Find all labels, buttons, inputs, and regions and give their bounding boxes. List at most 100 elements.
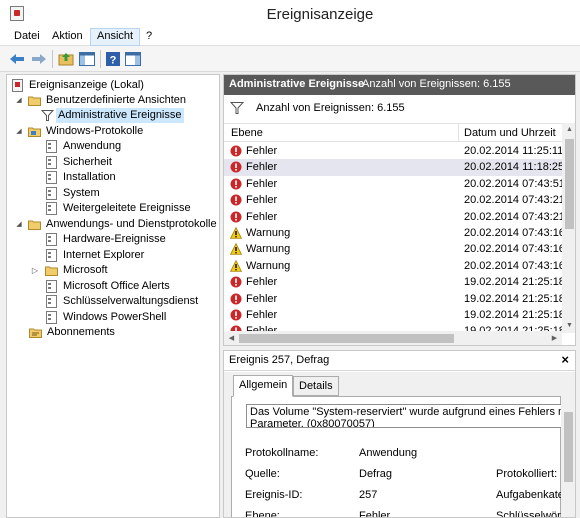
event-row[interactable]: Fehler 20.02.2014 07:43:21 (224, 192, 562, 208)
column-divider[interactable] (458, 124, 459, 142)
event-level: Fehler (246, 194, 278, 207)
collapse-arrow-icon[interactable]: ◢ (15, 217, 23, 232)
vertical-scrollbar[interactable]: ▲ ▼ (562, 123, 575, 333)
filter-bar: Anzahl von Ereignissen: 6.155 (224, 95, 575, 121)
horizontal-scrollbar[interactable]: ◀ ▶ (224, 331, 562, 345)
event-level: Fehler (246, 323, 277, 331)
column-header-datetime[interactable]: Datum und Uhrzeit (464, 127, 556, 139)
event-level: Warnung (246, 259, 291, 272)
menu-datei[interactable]: Datei (8, 28, 46, 46)
log-icon (45, 156, 58, 169)
tree-item-label: Benutzerdefinierte Ansichten (46, 94, 187, 106)
menu-bar: Datei Aktion Ansicht ? (0, 28, 580, 46)
event-datetime: 20.02.2014 07:43:16 (464, 243, 562, 256)
error-icon (230, 161, 242, 173)
scroll-down-icon[interactable]: ▼ (562, 319, 575, 333)
back-icon[interactable] (8, 50, 26, 68)
list-header-count: Anzahl von Ereignissen: 6.155 (362, 78, 511, 90)
event-datetime: 20.02.2014 07:43:21 (464, 210, 562, 223)
svg-text:?: ? (110, 55, 117, 67)
tab-general[interactable]: Allgemein (233, 375, 294, 397)
general-tab-panel: Das Volume "System-reserviert" wurde auf… (231, 396, 575, 518)
navigation-tree: Ereignisanzeige (Lokal) ◢ Benutzerdefini… (6, 74, 220, 518)
close-icon[interactable]: × (561, 352, 569, 367)
scrollbar-thumb[interactable] (239, 334, 454, 343)
tree-item-label: Abonnements (47, 326, 115, 338)
event-id-value: 257 (359, 489, 378, 501)
event-row[interactable]: Fehler 20.02.2014 11:25:11 (224, 143, 562, 159)
log-icon (45, 140, 58, 153)
event-datetime: 20.02.2014 07:43:16 (464, 259, 562, 272)
tree-item-label: Microsoft (63, 264, 108, 276)
event-row[interactable]: Warnung 20.02.2014 07:43:16 (224, 241, 562, 257)
filter-icon (41, 109, 54, 122)
log-icon (45, 233, 58, 246)
error-icon (230, 293, 242, 305)
help-icon[interactable]: ? (104, 50, 122, 68)
menu-help[interactable]: ? (140, 28, 158, 46)
event-datetime: 19.02.2014 21:25:18 (464, 292, 562, 305)
expand-arrow-icon[interactable]: ▷ (31, 263, 39, 278)
event-row[interactable]: Fehler 19.02.2014 21:25:18 (224, 291, 562, 307)
event-detail-pane: Ereignis 257, Defrag × Allgemein Details… (223, 350, 576, 518)
log-icon (45, 187, 58, 200)
event-datetime: 19.02.2014 21:25:18 (464, 276, 562, 289)
warning-icon (230, 226, 242, 239)
error-icon (230, 309, 242, 321)
filter-icon (229, 101, 245, 115)
event-row[interactable]: Fehler 20.02.2014 07:43:21 (224, 209, 562, 225)
list-header-title: Administrative Ereignisse (229, 78, 365, 90)
error-icon (230, 145, 242, 157)
event-level: Fehler (246, 161, 278, 174)
folder-icon (28, 94, 41, 107)
log-icon (45, 202, 58, 215)
event-rows: Fehler 20.02.2014 11:25:11 Fehler 20.02.201… (224, 143, 562, 331)
event-id-label: Ereignis-ID: (245, 489, 303, 501)
scroll-left-icon[interactable]: ◀ (224, 331, 239, 345)
error-icon (230, 276, 242, 288)
event-row[interactable]: Warnung 20.02.2014 07:43:16 (224, 225, 562, 241)
warning-icon (230, 259, 242, 272)
event-viewer-window: Ereignisanzeige Datei Aktion Ansicht ? ? (0, 0, 580, 518)
forward-icon[interactable] (30, 50, 48, 68)
menu-ansicht[interactable]: Ansicht (90, 28, 141, 46)
event-datetime: 20.02.2014 07:43:51 (464, 177, 562, 190)
tree-item-label: Administrative Ereignisse (56, 108, 184, 123)
event-level: Warnung (246, 227, 291, 239)
collapse-arrow-icon[interactable]: ◢ (15, 124, 23, 139)
column-header-level[interactable]: Ebene (231, 127, 263, 139)
detail-vertical-scrollbar[interactable] (561, 396, 575, 517)
subscriptions-icon (29, 326, 42, 339)
show-hide-tree-icon[interactable] (78, 50, 96, 68)
event-row[interactable]: Fehler 20.02.2014 11:18:25 (224, 159, 562, 176)
event-datetime: 20.02.2014 07:43:21 (464, 194, 562, 207)
source-value: Defrag (359, 468, 393, 480)
up-folder-icon[interactable] (57, 50, 75, 68)
event-row[interactable]: Fehler 19.02.2014 21:25:18 (224, 323, 562, 331)
protocol-name-value: Anwendung (359, 447, 418, 459)
event-message-box[interactable]: Das Volume "System-reserviert" wurde auf… (246, 404, 564, 428)
event-row[interactable]: Warnung 20.02.2014 07:43:16 (224, 258, 562, 274)
collapse-arrow-icon[interactable]: ◢ (15, 93, 23, 108)
tree-item-label: System (63, 187, 100, 199)
event-row[interactable]: Fehler 19.02.2014 21:25:18 (224, 274, 562, 290)
tree-item-label: Sicherheit (63, 156, 112, 168)
scroll-right-icon[interactable]: ▶ (547, 331, 562, 345)
level-value: Fehler (359, 510, 391, 518)
folder-icon (28, 218, 41, 231)
tree-item-label: Windows-Protokolle (46, 125, 144, 137)
detail-header: Ereignis 257, Defrag × (224, 351, 575, 371)
scroll-up-icon[interactable]: ▲ (562, 123, 575, 137)
event-level: Fehler (246, 309, 278, 321)
menu-aktion[interactable]: Aktion (46, 28, 89, 46)
event-row[interactable]: Fehler 19.02.2014 21:25:18 (224, 307, 562, 323)
event-level: Fehler (246, 210, 278, 223)
log-icon (45, 249, 58, 262)
scrollbar-thumb[interactable] (565, 139, 574, 229)
scrollbar-thumb[interactable] (564, 412, 573, 482)
event-row[interactable]: Fehler 20.02.2014 07:43:51 (224, 176, 562, 192)
folder-icon (45, 264, 58, 277)
tab-details[interactable]: Details (293, 376, 339, 396)
tree-item-label: Installation (63, 171, 116, 183)
action-pane-icon[interactable] (124, 50, 142, 68)
